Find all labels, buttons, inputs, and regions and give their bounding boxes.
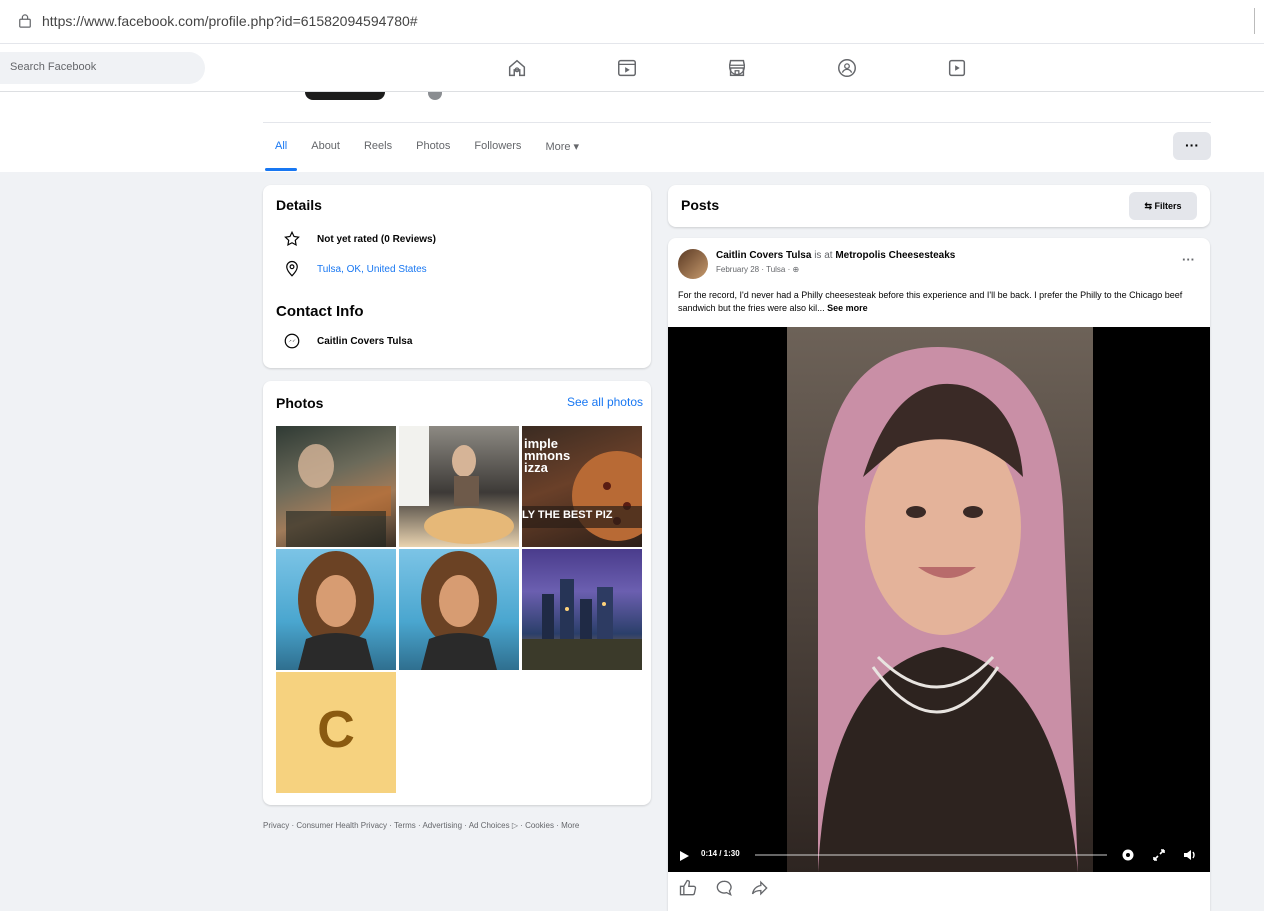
profile-more-button[interactable]: ··· xyxy=(1173,132,1211,160)
photo-thumbnail[interactable] xyxy=(399,549,519,670)
details-title: Details xyxy=(276,197,322,213)
tab-reels[interactable]: Reels xyxy=(352,127,404,171)
settings-gear-icon[interactable] xyxy=(1120,847,1136,863)
photo-thumbnail[interactable] xyxy=(522,549,642,670)
photo-thumbnail[interactable] xyxy=(399,426,519,547)
post-options-button[interactable]: ··· xyxy=(1182,252,1195,267)
posts-header-card: Posts ⇆ Filters xyxy=(668,185,1210,227)
gaming-icon[interactable] xyxy=(946,57,968,79)
star-icon xyxy=(281,228,303,250)
photos-title: Photos xyxy=(276,395,324,411)
browser-address-bar[interactable]: https://www.facebook.com/profile.php?id=… xyxy=(0,0,1264,44)
author-name[interactable]: Caitlin Covers Tulsa xyxy=(716,250,811,261)
see-all-photos-link[interactable]: See all photos xyxy=(567,395,643,409)
camera-badge-icon[interactable] xyxy=(428,92,442,100)
author-connector: is at xyxy=(814,250,833,261)
video-frame xyxy=(787,327,1093,872)
divider xyxy=(263,122,1211,123)
place-name[interactable]: Metropolis Cheesesteaks xyxy=(835,250,955,261)
tab-followers[interactable]: Followers xyxy=(462,127,533,171)
details-card: Details Not yet rated (0 Reviews) Tulsa,… xyxy=(263,185,651,368)
tab-about[interactable]: About xyxy=(299,127,352,171)
filters-button[interactable]: ⇆ Filters xyxy=(1129,192,1197,220)
photos-card: Photos See all photos imple mmons izza L… xyxy=(263,381,651,805)
messenger-icon xyxy=(281,330,303,352)
post-meta[interactable]: February 28 · Tulsa · ⊕ xyxy=(716,265,799,274)
play-icon[interactable] xyxy=(678,849,690,861)
rating-text: Not yet rated (0 Reviews) xyxy=(317,233,436,245)
url-text[interactable]: https://www.facebook.com/profile.php?id=… xyxy=(42,13,418,29)
video-controls: 0:14 / 1:30 xyxy=(668,838,1210,872)
volume-icon[interactable] xyxy=(1182,847,1198,863)
post-body: For the record, I'd never had a Philly c… xyxy=(678,290,1183,313)
post-actions xyxy=(678,878,772,900)
profile-avatar[interactable] xyxy=(305,92,385,100)
photo-overlay-text: izza xyxy=(524,460,548,475)
video-progress-bar[interactable] xyxy=(755,854,1107,856)
photo-thumbnail[interactable]: imple mmons izza LY THE BEST PIZ xyxy=(522,426,642,547)
messenger-name[interactable]: Caitlin Covers Tulsa xyxy=(317,336,412,347)
photo-thumbnail[interactable] xyxy=(276,549,396,670)
see-more-link[interactable]: See more xyxy=(827,303,868,313)
photo-overlay-banner: LY THE BEST PIZ xyxy=(522,509,613,521)
comment-icon[interactable] xyxy=(714,878,736,900)
messenger-row: Caitlin Covers Tulsa xyxy=(281,330,412,352)
site-info-icon[interactable] xyxy=(18,14,32,28)
groups-icon[interactable] xyxy=(836,57,858,79)
posts-title: Posts xyxy=(681,197,720,213)
marketplace-icon[interactable] xyxy=(726,57,748,79)
tab-photos[interactable]: Photos xyxy=(404,127,462,171)
home-icon[interactable] xyxy=(506,57,528,79)
tab-more[interactable]: More ▾ xyxy=(533,127,591,171)
post-text: For the record, I'd never had a Philly c… xyxy=(678,289,1203,315)
location-link[interactable]: Tulsa, OK, United States xyxy=(317,264,427,275)
profile-header: All About Reels Photos Followers More ▾ … xyxy=(0,92,1264,172)
footer-links[interactable]: Privacy · Consumer Health Privacy · Term… xyxy=(263,820,648,831)
fullscreen-icon[interactable] xyxy=(1151,847,1167,863)
photo-thumbnail[interactable] xyxy=(276,426,396,547)
author-avatar[interactable] xyxy=(678,249,708,279)
location-pin-icon xyxy=(281,258,303,280)
letter-avatar: C xyxy=(317,701,355,759)
facebook-top-nav: Search Facebook xyxy=(0,44,1264,92)
profile-tabs: All About Reels Photos Followers More ▾ xyxy=(263,127,591,171)
like-icon[interactable] xyxy=(678,878,700,900)
post-card: Caitlin Covers Tulsa is at Metropolis Ch… xyxy=(668,238,1210,911)
video-icon[interactable] xyxy=(616,57,638,79)
share-icon[interactable] xyxy=(750,878,772,900)
video-player[interactable]: 0:14 / 1:30 xyxy=(668,327,1210,872)
post-author-line: Caitlin Covers Tulsa is at Metropolis Ch… xyxy=(716,250,955,261)
browser-edge-divider xyxy=(1254,8,1264,34)
search-input[interactable]: Search Facebook xyxy=(0,52,205,84)
video-time: 0:14 / 1:30 xyxy=(701,849,740,858)
photo-thumbnail[interactable]: C xyxy=(276,672,396,793)
tab-all[interactable]: All xyxy=(263,127,299,171)
rating-row: Not yet rated (0 Reviews) xyxy=(281,228,436,250)
contact-info-title: Contact Info xyxy=(276,303,364,320)
location-row: Tulsa, OK, United States xyxy=(281,258,427,280)
